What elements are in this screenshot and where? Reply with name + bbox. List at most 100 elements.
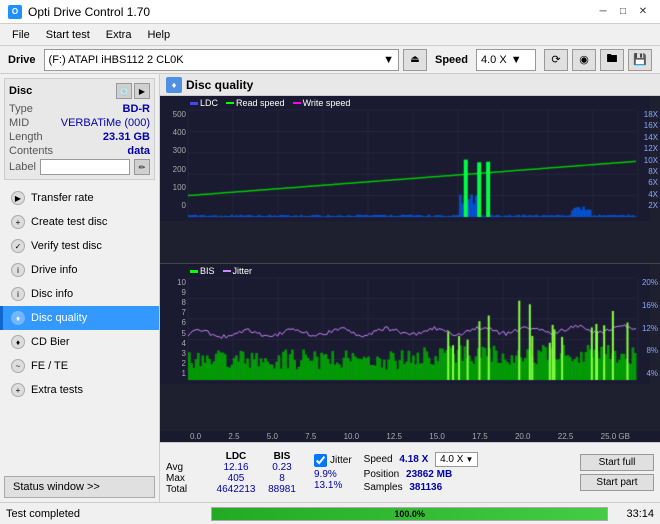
transfer-rate-icon: ▶: [11, 191, 25, 205]
statusbar: Test completed 100.0% 33:14: [0, 502, 660, 524]
sidebar-item-create-test-disc-label: Create test disc: [31, 216, 107, 228]
disc-header: Disc 💿 ▶: [9, 83, 150, 99]
max-bis: 8: [262, 473, 302, 484]
disc-icon-2[interactable]: ▶: [134, 83, 150, 99]
avg-label: Avg: [166, 462, 210, 473]
content-area: ♦ Disc quality LDC Read speed: [160, 74, 660, 502]
maximize-button[interactable]: □: [614, 3, 632, 21]
drive-icons: ⟳ ◉ 🖿 💾: [544, 49, 652, 71]
sidebar-item-fe-te[interactable]: ~ FE / TE: [0, 354, 159, 378]
drive-select: (F:) ATAPI iHBS112 2 CL0K ▼ ⏏: [44, 49, 427, 71]
sidebar-item-extra-tests[interactable]: + Extra tests: [0, 378, 159, 402]
jitter-max-row: 13.1%: [314, 480, 352, 491]
position-value: 23862 MB: [406, 469, 452, 480]
create-test-disc-icon: +: [11, 215, 25, 229]
app-icon: O: [8, 5, 22, 19]
start-full-button[interactable]: Start full: [580, 454, 654, 471]
menu-extra[interactable]: Extra: [98, 27, 140, 43]
sidebar-item-fe-te-label: FE / TE: [31, 360, 68, 372]
total-label: Total: [166, 484, 210, 495]
jitter-legend: Jitter: [223, 266, 253, 276]
menu-start-test[interactable]: Start test: [38, 27, 98, 43]
sidebar-item-disc-info[interactable]: i Disc info: [0, 282, 159, 306]
write-speed-legend: Write speed: [293, 98, 351, 108]
bottom-y-axis-left: 10987654321: [162, 278, 186, 378]
ldc-legend: LDC: [190, 98, 218, 108]
speed-select[interactable]: 4.0 X ▼: [435, 452, 478, 467]
disc-contents-value: data: [127, 145, 150, 157]
disc-type-row: Type BD-R: [9, 103, 150, 115]
avg-bis: 0.23: [262, 462, 302, 473]
menu-help[interactable]: Help: [139, 27, 178, 43]
sidebar-item-drive-info-label: Drive info: [31, 264, 77, 276]
verify-test-disc-icon: ✓: [11, 239, 25, 253]
bis-legend: BIS: [190, 266, 215, 276]
max-ldc: 405: [212, 473, 260, 484]
menu-file[interactable]: File: [4, 27, 38, 43]
stats-main-row: LDC BIS Avg 12.16 0.23 Max 405 8 Total 4…: [166, 451, 654, 495]
top-chart: LDC Read speed Write speed 18X16X14X12X1…: [160, 96, 660, 264]
jitter-checkbox[interactable]: [314, 454, 327, 467]
sidebar-item-disc-quality[interactable]: ♦ Disc quality: [0, 306, 159, 330]
sidebar-item-verify-test-disc-label: Verify test disc: [31, 240, 102, 252]
drive-dropdown[interactable]: (F:) ATAPI iHBS112 2 CL0K ▼: [44, 49, 399, 71]
close-button[interactable]: ✕: [634, 3, 652, 21]
start-part-button[interactable]: Start part: [580, 474, 654, 491]
disc-mid-label: MID: [9, 117, 29, 129]
disc-label-btn[interactable]: ✏: [134, 159, 150, 175]
jitter-avg-row: 9.9%: [314, 469, 352, 480]
sidebar-item-transfer-rate[interactable]: ▶ Transfer rate: [0, 186, 159, 210]
total-ldc: 4642213: [212, 484, 260, 495]
status-window-button[interactable]: Status window >>: [4, 476, 155, 498]
eject-button[interactable]: ⏏: [403, 49, 427, 71]
main-layout: Disc 💿 ▶ Type BD-R MID VERBATiMe (000) L…: [0, 74, 660, 502]
drive-icon-2[interactable]: ◉: [572, 49, 596, 71]
app-title: Opti Drive Control 1.70: [28, 5, 150, 19]
drive-icon-4[interactable]: 💾: [628, 49, 652, 71]
disc-info-icon: i: [11, 287, 25, 301]
disc-quality-title: Disc quality: [186, 78, 253, 92]
disc-title: Disc: [9, 85, 32, 97]
avg-ldc: 12.16: [212, 462, 260, 473]
jitter-section: Jitter 9.9% 13.1%: [314, 454, 352, 491]
disc-label-input[interactable]: [40, 159, 130, 175]
sidebar-item-verify-test-disc[interactable]: ✓ Verify test disc: [0, 234, 159, 258]
titlebar-left: O Opti Drive Control 1.70: [8, 5, 150, 19]
x-axis: 0.02.55.07.510.012.515.017.520.022.525.0…: [160, 431, 660, 442]
speed-dropdown[interactable]: 4.0 X ▼: [476, 49, 536, 71]
position-row: Position 23862 MB: [364, 469, 479, 480]
sidebar-item-cd-bier[interactable]: ♦ CD Bier: [0, 330, 159, 354]
minimize-button[interactable]: ─: [594, 3, 612, 21]
col-empty: [166, 451, 210, 462]
disc-icon-1[interactable]: 💿: [116, 83, 132, 99]
disc-length-label: Length: [9, 131, 43, 143]
status-text: Test completed: [6, 508, 203, 520]
top-y-axis-left: 5004003002001000: [162, 110, 186, 210]
disc-type-value: BD-R: [123, 103, 151, 115]
disc-panel: Disc 💿 ▶ Type BD-R MID VERBATiMe (000) L…: [4, 78, 155, 180]
drive-icon-1[interactable]: ⟳: [544, 49, 568, 71]
stats-table: LDC BIS Avg 12.16 0.23 Max 405 8 Total 4…: [166, 451, 302, 495]
sidebar-item-create-test-disc[interactable]: + Create test disc: [0, 210, 159, 234]
disc-contents-row: Contents data: [9, 145, 150, 157]
menubar: File Start test Extra Help: [0, 24, 660, 46]
speed-label: Speed: [435, 54, 468, 66]
disc-quality-icon: ♦: [11, 311, 25, 325]
speed-position-section: Speed 4.18 X 4.0 X ▼ Position 23862 MB S…: [364, 452, 479, 493]
fe-te-icon: ~: [11, 359, 25, 373]
disc-length-row: Length 23.31 GB: [9, 131, 150, 143]
jitter-label: Jitter: [330, 455, 352, 466]
disc-mid-value: VERBATiMe (000): [61, 117, 150, 129]
drive-info-icon: i: [11, 263, 25, 277]
progress-text: 100.0%: [394, 509, 425, 519]
col-bis: BIS: [262, 451, 302, 462]
drive-icon-3[interactable]: 🖿: [600, 49, 624, 71]
sidebar: Disc 💿 ▶ Type BD-R MID VERBATiMe (000) L…: [0, 74, 160, 502]
top-chart-legend: LDC Read speed Write speed: [190, 98, 350, 108]
sidebar-item-drive-info[interactable]: i Drive info: [0, 258, 159, 282]
speed-row: Speed 4.18 X 4.0 X ▼: [364, 452, 479, 467]
top-y-axis-right: 18X16X14X12X10X8X6X4X2X: [644, 110, 658, 210]
disc-contents-label: Contents: [9, 145, 53, 157]
elapsed-time: 33:14: [616, 508, 654, 520]
jitter-checkbox-row: Jitter: [314, 454, 352, 467]
